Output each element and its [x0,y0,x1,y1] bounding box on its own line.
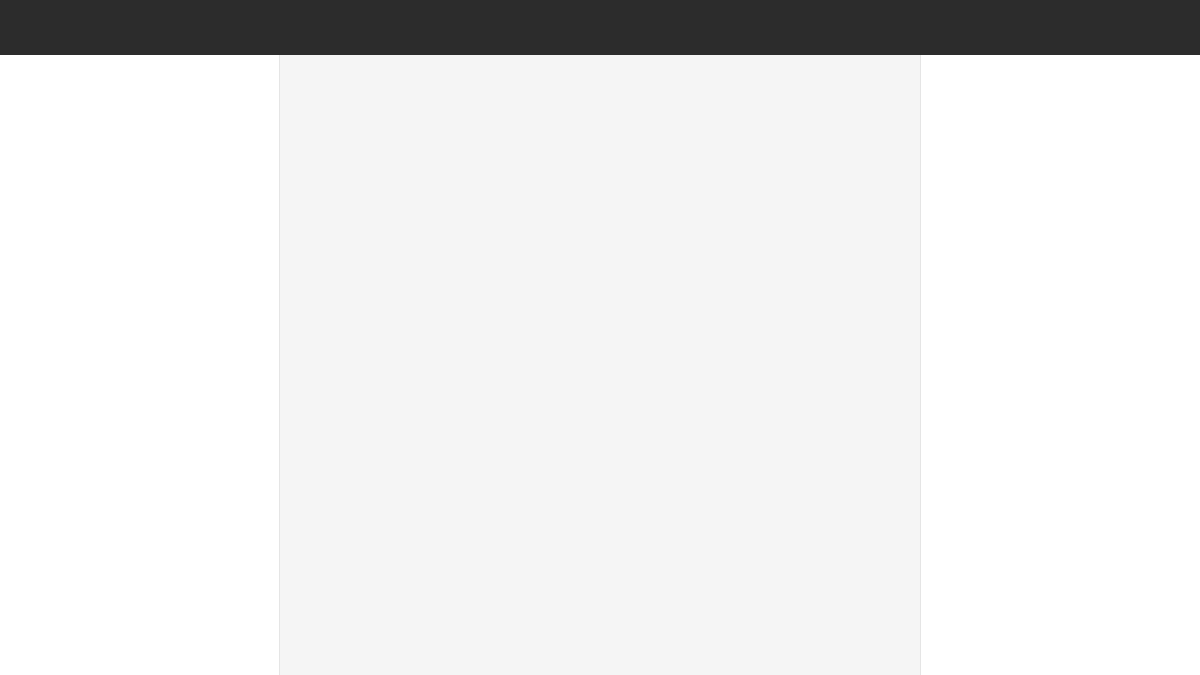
left-panel [0,55,280,675]
right-panel [920,55,1200,675]
canvas-area [280,55,920,675]
app-toolbar [0,0,1200,55]
